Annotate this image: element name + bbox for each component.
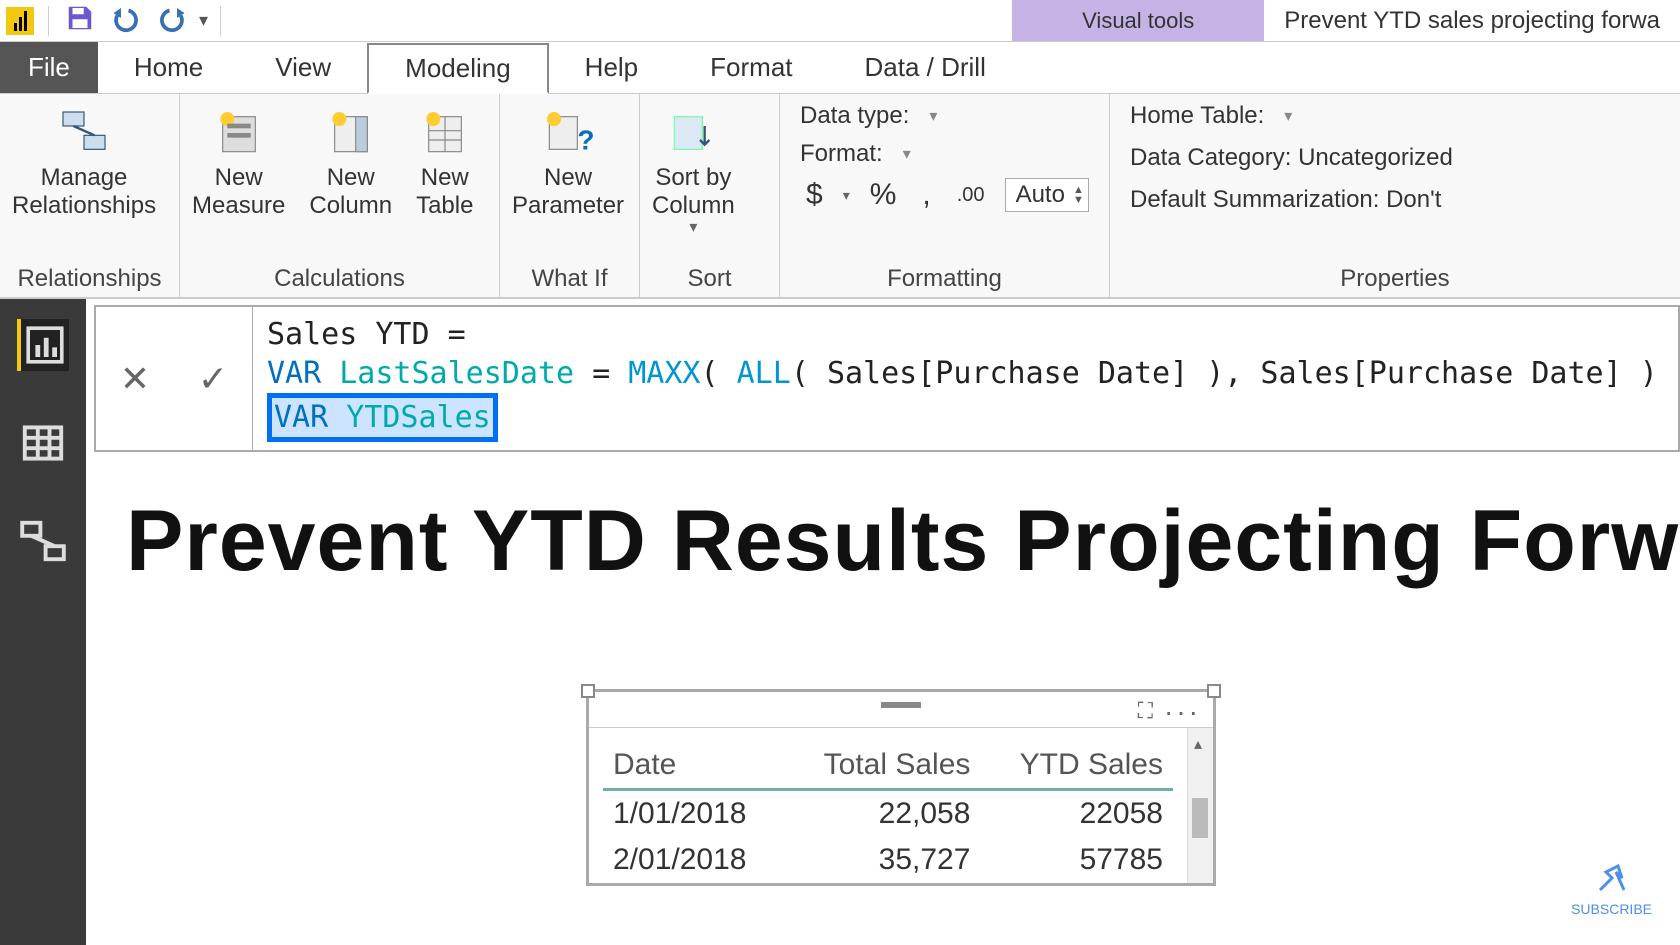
col-total-sales[interactable]: Total Sales bbox=[784, 742, 981, 790]
tab-help[interactable]: Help bbox=[549, 42, 674, 93]
format-dropdown[interactable]: ▾ bbox=[897, 144, 911, 164]
undo-button[interactable] bbox=[103, 0, 149, 42]
tab-home[interactable]: Home bbox=[98, 42, 239, 93]
new-parameter-button[interactable]: ? New Parameter bbox=[500, 94, 636, 259]
table-row[interactable]: 1/01/2018 22,058 22058 bbox=[603, 790, 1173, 838]
decimal-places-stepper[interactable]: Auto▲▼ bbox=[1005, 178, 1089, 212]
group-sort-label: Sort bbox=[640, 259, 779, 297]
visual-more-button[interactable]: ··· bbox=[1164, 696, 1201, 728]
data-type-dropdown[interactable]: ▾ bbox=[923, 106, 937, 126]
default-summarization-label[interactable]: Default Summarization: Don't bbox=[1130, 186, 1453, 214]
comma-button[interactable]: , bbox=[916, 178, 936, 212]
window-title: Prevent YTD sales projecting forwa bbox=[1264, 7, 1680, 35]
currency-button[interactable]: $ bbox=[800, 178, 829, 212]
manage-relationships-button[interactable]: Manage Relationships bbox=[0, 94, 168, 259]
group-formatting-label: Formatting bbox=[780, 259, 1109, 297]
table-visual[interactable]: ⛶ ··· Date Total Sales YTD Sales 1/01/20… bbox=[586, 689, 1216, 886]
formula-editor[interactable]: Sales YTD = VAR LastSalesDate = MAXX( AL… bbox=[253, 307, 1678, 450]
decimal-icon: .00 bbox=[951, 184, 991, 207]
ribbon-tabs: File Home View Modeling Help Format Data… bbox=[0, 42, 1680, 94]
tab-modeling[interactable]: Modeling bbox=[367, 43, 549, 94]
redo-button[interactable] bbox=[149, 0, 195, 42]
new-measure-button[interactable]: New Measure bbox=[180, 94, 297, 259]
tab-data-drill[interactable]: Data / Drill bbox=[829, 42, 1022, 93]
table-row[interactable]: 2/01/2018 35,727 57785 bbox=[603, 837, 1173, 883]
tab-view[interactable]: View bbox=[239, 42, 367, 93]
qat-dropdown[interactable]: ▾ bbox=[195, 10, 212, 31]
new-column-button[interactable]: New Column bbox=[297, 94, 404, 259]
focus-mode-button[interactable]: ⛶ bbox=[1138, 698, 1153, 724]
group-calculations-label: Calculations bbox=[180, 259, 499, 297]
tab-format[interactable]: Format bbox=[674, 42, 828, 93]
group-relationships-label: Relationships bbox=[0, 259, 179, 297]
save-button[interactable] bbox=[57, 0, 103, 42]
svg-text:?: ? bbox=[577, 124, 594, 155]
contextual-tab-label: Visual tools bbox=[1012, 0, 1264, 41]
home-table-label: Home Table: bbox=[1130, 102, 1264, 130]
app-logo bbox=[6, 7, 34, 35]
group-properties-label: Properties bbox=[1110, 259, 1680, 297]
data-category-label[interactable]: Data Category: Uncategorized bbox=[1130, 144, 1453, 172]
view-switcher bbox=[0, 299, 86, 945]
sort-by-column-button[interactable]: Sort by Column bbox=[640, 94, 747, 259]
tab-file[interactable]: File bbox=[0, 42, 98, 93]
highlighted-var: VAR YTDSales bbox=[267, 393, 498, 442]
model-view-button[interactable] bbox=[17, 515, 69, 567]
subscribe-watermark: SUBSCRIBE bbox=[1571, 858, 1652, 917]
report-view-button[interactable] bbox=[17, 319, 69, 371]
data-type-label: Data type: bbox=[800, 102, 909, 130]
page-title: Prevent YTD Results Projecting Forw bbox=[86, 452, 1680, 591]
formula-commit-button[interactable]: ✓ bbox=[174, 307, 252, 450]
visual-scrollbar[interactable]: ▴ bbox=[1187, 728, 1213, 883]
group-whatif-label: What If bbox=[500, 259, 639, 297]
col-date[interactable]: Date bbox=[603, 742, 784, 790]
format-label: Format: bbox=[800, 140, 883, 168]
home-table-dropdown[interactable]: ▾ bbox=[1278, 106, 1292, 126]
new-table-button[interactable]: New Table bbox=[404, 94, 485, 259]
formula-bar: ✕ ✓ Sales YTD = VAR LastSalesDate = MAXX… bbox=[94, 305, 1680, 452]
ribbon: Manage Relationships Relationships New M… bbox=[0, 94, 1680, 299]
manage-relationships-label: Manage Relationships bbox=[12, 164, 156, 219]
formula-cancel-button[interactable]: ✕ bbox=[96, 307, 174, 450]
visual-drag-grip[interactable] bbox=[881, 702, 921, 708]
col-ytd-sales[interactable]: YTD Sales bbox=[980, 742, 1173, 790]
percent-button[interactable]: % bbox=[864, 178, 903, 212]
data-view-button[interactable] bbox=[17, 417, 69, 469]
